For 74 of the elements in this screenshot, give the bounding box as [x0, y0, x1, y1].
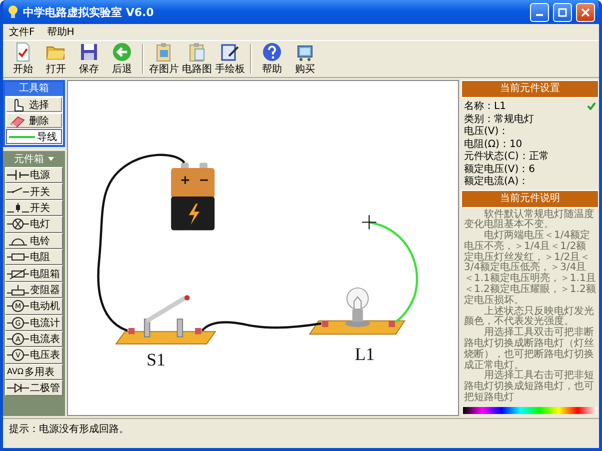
tool-button[interactable]: 选择 [6, 97, 62, 112]
meter-circle-icon [7, 300, 29, 312]
diode-symbol-icon [7, 382, 29, 394]
component-button[interactable]: 电阻 [5, 248, 63, 266]
toolbar-button[interactable]: 帮助 [256, 42, 288, 76]
property-text: 元件状态(C)：正常 [464, 150, 549, 164]
description-paragraph: 软件默认常规电灯随温度变化电阻基本不变。 [464, 210, 595, 230]
menu-item[interactable]: 帮助H [46, 25, 74, 39]
caret-icon[interactable] [48, 157, 54, 161]
menu-item[interactable]: 文件F [9, 25, 35, 39]
meter-circle-icon [7, 333, 29, 346]
toolbar-button[interactable]: 存图片 [148, 42, 180, 76]
maximize-icon [558, 8, 567, 16]
bulb-label: L1 [354, 344, 375, 364]
minimize-icon [536, 14, 543, 16]
drawing-pad-icon [220, 42, 240, 62]
symbol-text: AVΩ [7, 367, 24, 376]
close-button[interactable] [576, 2, 595, 22]
property-text: 电阻(Ω)：10 [464, 138, 522, 150]
meter-circle-icon [7, 316, 29, 329]
light-bulb-icon [7, 5, 19, 19]
wire[interactable] [201, 321, 322, 332]
component-button[interactable]: 开关 [5, 200, 63, 216]
component-button[interactable]: 电源 [5, 167, 63, 184]
component-button[interactable]: 二极管 [5, 380, 63, 396]
property-text: 额定电流(A)： [464, 174, 529, 188]
minus-sign: − [198, 172, 210, 188]
description-paragraph: 电灯两端电压＜1/4额定电压不亮，＞1/4且＜1/2额定电压灯丝发红，＞1/2且＜3/4额定电压低亮，＞3/4且＜1.1额定电压明亮，＞1.1且＜1.2额定电压耀眼，＞1.2额定电压损坏。 [464, 231, 596, 306]
minimize-button[interactable] [530, 2, 549, 22]
battery-drawing [171, 162, 215, 230]
property-text: 电压(V)： [464, 124, 509, 138]
component-button[interactable]: 变阻器 [5, 282, 63, 298]
toolbar-button[interactable]: 电路图 [181, 42, 213, 76]
description-paragraph: 上述状态只反映电灯发光颜色，不代表发光强度。 [464, 306, 595, 328]
crosshair-cursor-icon [362, 214, 377, 230]
plus-sign: + [180, 172, 190, 188]
push-switch-symbol-icon [7, 202, 29, 214]
tool-button[interactable]: 导线 [6, 129, 62, 144]
tool-button[interactable]: 删除 [6, 113, 62, 128]
check-mark-icon [587, 102, 596, 110]
component-button[interactable]: 开关 [5, 183, 63, 200]
description-paragraph: 用选择工具右击可把非短路电灯切换成短路电灯，也可把短路电灯 [464, 371, 595, 404]
toolbar-button[interactable]: 购买 [289, 42, 321, 76]
maximize-button[interactable] [553, 2, 572, 22]
lamp-symbol-icon [7, 218, 29, 230]
resistor-symbol-icon [7, 251, 29, 264]
toolbar-button[interactable]: 保存 [73, 42, 105, 76]
close-icon [581, 8, 590, 16]
property-text: 名称：L1 [464, 100, 506, 114]
component-button[interactable]: 电灯 [5, 216, 63, 233]
resistor-box-symbol-icon [7, 268, 29, 280]
toolbar-button[interactable]: 手绘板 [214, 42, 246, 76]
rheostat-symbol-icon [7, 284, 29, 296]
window-title: 中学电路虚拟实验室 V6.0 [23, 4, 155, 20]
description-paragraph: 用选择工具双击可把非断路电灯切换成断路电灯（灯丝烧断），也可把断路电灯切换成正常电灯。 [464, 328, 595, 371]
color-spectrum[interactable] [463, 406, 597, 414]
component-button[interactable]: 电铃 [5, 232, 63, 249]
settings-header: 当前元件设置 [461, 80, 599, 98]
wire-line-icon [9, 134, 35, 140]
toolbar-button[interactable]: 开始 [7, 42, 39, 76]
description-header: 当前元件说明 [461, 190, 599, 208]
property-text: 类别：常规电灯 [464, 112, 534, 126]
battery-symbol-icon [7, 169, 29, 182]
toolbox-header: 工具箱 [5, 82, 63, 96]
component-button[interactable]: 电阻箱 [5, 265, 63, 282]
meter-circle-icon [7, 349, 29, 362]
help-icon [262, 42, 282, 62]
status-text: 提示：电源没有形成回路。 [9, 424, 129, 435]
clipboard-document-icon [187, 42, 207, 62]
toolbar-button[interactable]: 后退 [106, 42, 138, 76]
property-text: 额定电压(V)：6 [464, 162, 536, 176]
toolbar-button[interactable]: 打开 [40, 42, 72, 76]
switch-label: S1 [146, 349, 166, 370]
component-button[interactable]: AVΩ多用表 [5, 364, 63, 380]
